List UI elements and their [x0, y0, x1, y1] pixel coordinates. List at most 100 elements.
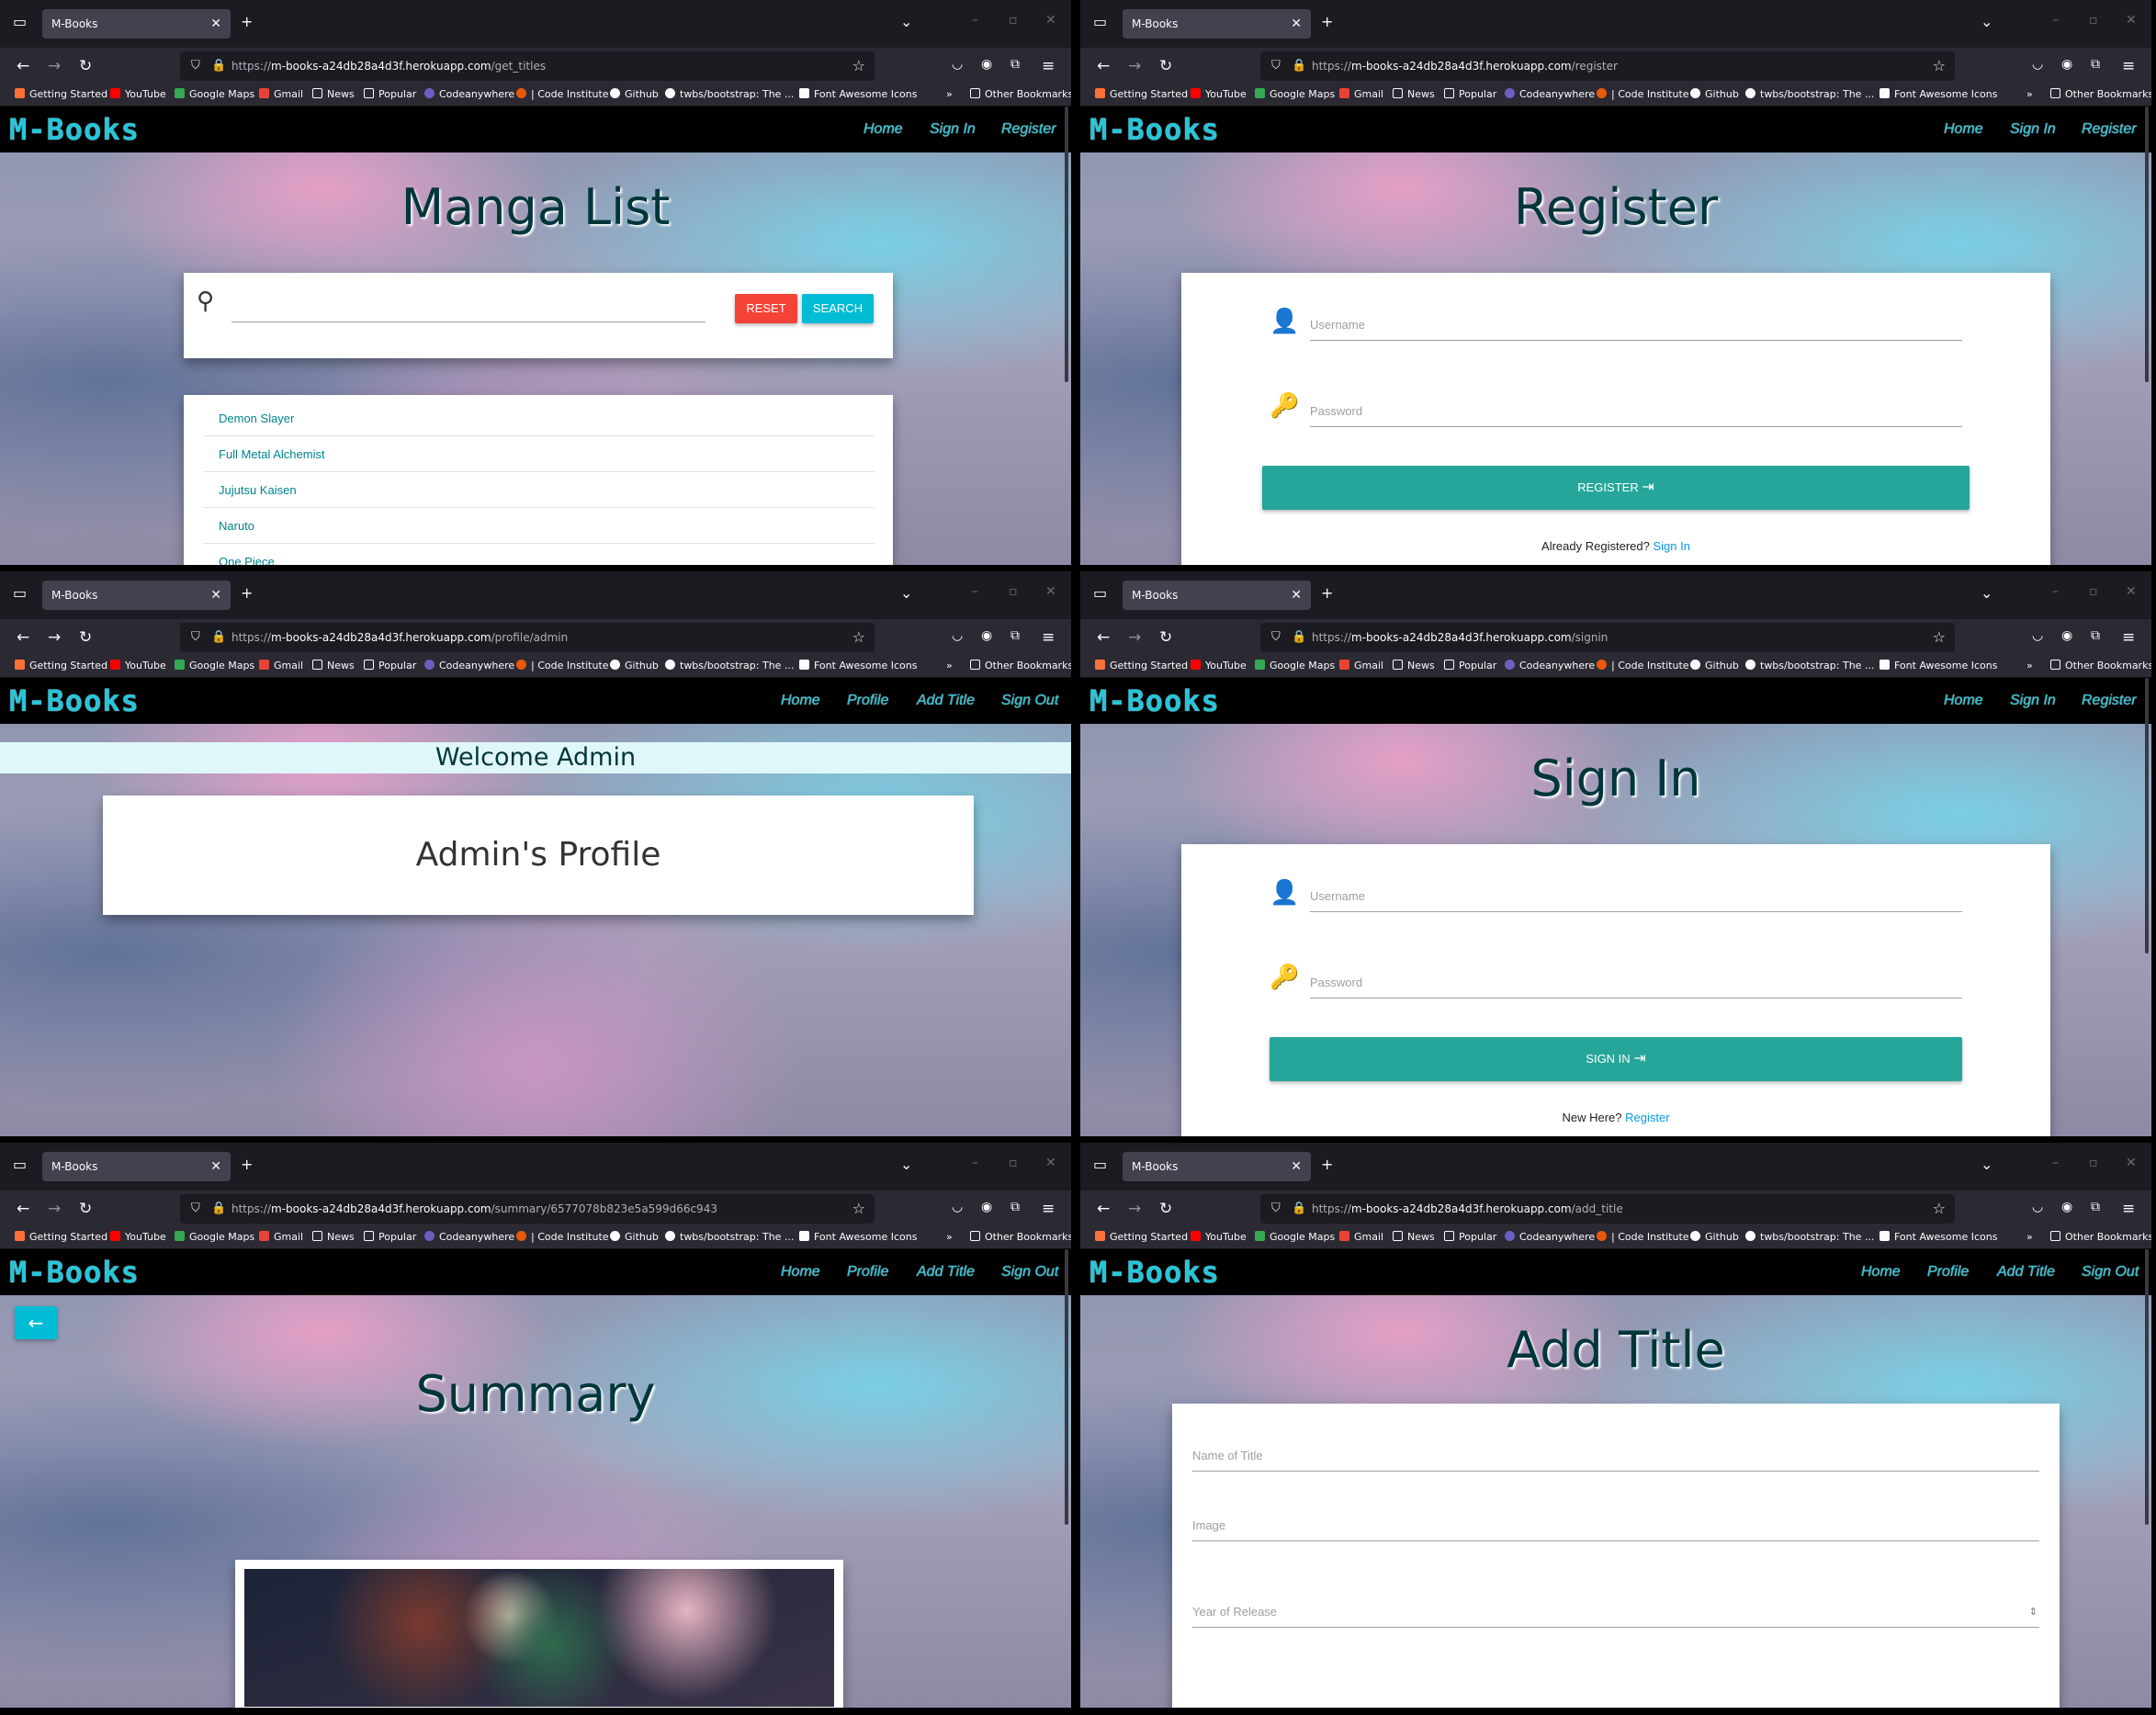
back-button[interactable]: ← [15, 1306, 57, 1339]
bookmark-popular[interactable]: Popular [364, 1231, 416, 1243]
tab-overflow-icon[interactable]: ⌄ [900, 13, 912, 30]
year-of-release-field[interactable]: Year of Release ⇕ [1192, 1597, 2039, 1628]
account-icon[interactable]: ◉ [981, 628, 992, 643]
bookmark-getting-started[interactable]: Getting Started [15, 660, 107, 671]
minimize-icon[interactable]: – [972, 1156, 978, 1170]
bookmark-other[interactable]: Other Bookmarks [2050, 1231, 2151, 1243]
forward-icon[interactable]: → [48, 628, 61, 647]
forward-icon[interactable]: → [1128, 1200, 1141, 1218]
menu-icon[interactable]: ≡ [1042, 628, 1055, 647]
bookmark-font-awesome[interactable]: Font Awesome Icons [1879, 660, 1997, 671]
bookmark-codeanywhere[interactable]: Codeanywhere [424, 88, 514, 100]
url-bar[interactable]: ⛉ 🔒 https://m-books-a24db28a4d3f.herokua… [180, 51, 875, 81]
bookmark-font-awesome[interactable]: Font Awesome Icons [799, 660, 917, 671]
bookmark-github[interactable]: Github [1690, 660, 1739, 671]
tab-overflow-icon[interactable]: ⌄ [1981, 1156, 1992, 1173]
new-tab-icon[interactable]: + [1321, 584, 1333, 602]
bookmark-github[interactable]: Github [610, 88, 659, 100]
tab-list-icon[interactable]: ▭ [13, 13, 27, 30]
bookmark-codeanywhere[interactable]: Codeanywhere [1505, 88, 1595, 100]
name-of-title-field[interactable]: Name of Title [1192, 1440, 2039, 1472]
nav-add-title[interactable]: Add Title [917, 693, 975, 709]
bookmark-code-institute[interactable]: | Code Institute [1597, 88, 1689, 100]
bookmark-codeanywhere[interactable]: Codeanywhere [1505, 660, 1595, 671]
scrollbar[interactable] [1065, 1249, 1068, 1525]
bookmark-news[interactable]: News [312, 1231, 355, 1243]
bookmark-star-icon[interactable]: ☆ [852, 1194, 865, 1224]
pocket-icon[interactable]: ◡ [2032, 628, 2043, 643]
scrollbar[interactable] [2145, 678, 2149, 953]
bookmarks-overflow-icon[interactable]: » [2026, 88, 2033, 100]
nav-home[interactable]: Home [1861, 1264, 1901, 1281]
account-icon[interactable]: ◉ [2061, 57, 2072, 72]
site-logo[interactable]: M-Books [9, 112, 140, 147]
back-icon[interactable]: ← [1097, 628, 1110, 647]
extensions-icon[interactable]: ⧉ [2091, 628, 2100, 643]
nav-sign-in[interactable]: Sign In [2010, 693, 2056, 709]
bookmark-google-maps[interactable]: Google Maps [175, 1231, 254, 1243]
close-tab-icon[interactable]: ✕ [1291, 581, 1302, 610]
forward-icon[interactable]: → [48, 57, 61, 75]
browser-tab[interactable]: M-Books ✕ [1123, 9, 1311, 39]
maximize-icon[interactable]: ▫ [1009, 584, 1018, 599]
bookmark-gmail[interactable]: Gmail [259, 660, 303, 671]
pocket-icon[interactable]: ◡ [2032, 1200, 2043, 1214]
bookmark-github[interactable]: Github [610, 1231, 659, 1243]
bookmark-bootstrap[interactable]: twbs/bootstrap: The ... [1745, 660, 1874, 671]
back-icon[interactable]: ← [1097, 1200, 1110, 1218]
nav-sign-out[interactable]: Sign Out [1001, 1264, 1058, 1281]
back-icon[interactable]: ← [17, 57, 29, 75]
bookmark-font-awesome[interactable]: Font Awesome Icons [1879, 1231, 1997, 1243]
bookmark-font-awesome[interactable]: Font Awesome Icons [1879, 88, 1997, 100]
bookmark-gmail[interactable]: Gmail [1339, 1231, 1383, 1243]
minimize-icon[interactable]: – [2052, 1156, 2059, 1170]
bookmark-bootstrap[interactable]: twbs/bootstrap: The ... [665, 88, 794, 100]
bookmark-gmail[interactable]: Gmail [1339, 660, 1383, 671]
shield-icon[interactable]: ⛉ [191, 1194, 200, 1224]
account-icon[interactable]: ◉ [981, 1200, 992, 1214]
bookmark-news[interactable]: News [1393, 88, 1435, 100]
close-window-icon[interactable]: ✕ [1045, 13, 1056, 28]
bookmark-code-institute[interactable]: | Code Institute [516, 1231, 609, 1243]
bookmark-news[interactable]: News [312, 88, 355, 100]
tab-overflow-icon[interactable]: ⌄ [1981, 584, 1992, 602]
bookmark-bootstrap[interactable]: twbs/bootstrap: The ... [665, 660, 794, 671]
site-logo[interactable]: M-Books [1089, 112, 1220, 147]
list-item[interactable]: Demon Slayer [204, 401, 875, 436]
forward-icon[interactable]: → [1128, 57, 1141, 75]
bookmark-code-institute[interactable]: | Code Institute [516, 660, 609, 671]
site-logo[interactable]: M-Books [9, 683, 140, 718]
close-tab-icon[interactable]: ✕ [1291, 9, 1302, 39]
extensions-icon[interactable]: ⧉ [1010, 628, 1020, 643]
bookmarks-overflow-icon[interactable]: » [946, 660, 953, 671]
bookmark-font-awesome[interactable]: Font Awesome Icons [799, 88, 917, 100]
close-window-icon[interactable]: ✕ [2126, 1156, 2137, 1170]
tab-list-icon[interactable]: ▭ [13, 1156, 27, 1173]
bookmark-google-maps[interactable]: Google Maps [175, 88, 254, 100]
nav-home[interactable]: Home [781, 1264, 820, 1281]
tab-list-icon[interactable]: ▭ [1093, 13, 1107, 30]
bookmark-popular[interactable]: Popular [1444, 660, 1496, 671]
forward-icon[interactable]: → [1128, 628, 1141, 647]
bookmark-getting-started[interactable]: Getting Started [1095, 88, 1188, 100]
minimize-icon[interactable]: – [2052, 584, 2059, 599]
account-icon[interactable]: ◉ [2061, 628, 2072, 643]
bookmark-github[interactable]: Github [610, 660, 659, 671]
menu-icon[interactable]: ≡ [2122, 628, 2135, 647]
nav-register[interactable]: Register [2082, 693, 2137, 709]
tab-list-icon[interactable]: ▭ [1093, 584, 1107, 602]
maximize-icon[interactable]: ▫ [2089, 1156, 2098, 1170]
close-tab-icon[interactable]: ✕ [210, 581, 221, 610]
site-logo[interactable]: M-Books [1089, 683, 1220, 718]
reset-button[interactable]: RESET [735, 294, 797, 323]
bookmark-youtube[interactable]: YouTube [1191, 1231, 1247, 1243]
password-field[interactable]: Password [1310, 967, 1962, 999]
bookmark-popular[interactable]: Popular [1444, 1231, 1496, 1243]
list-item[interactable]: Naruto [204, 508, 875, 544]
close-window-icon[interactable]: ✕ [2126, 584, 2137, 599]
reload-icon[interactable]: ↻ [1159, 57, 1172, 75]
username-field[interactable]: Username [1310, 881, 1962, 912]
bookmark-codeanywhere[interactable]: Codeanywhere [424, 660, 514, 671]
maximize-icon[interactable]: ▫ [1009, 13, 1018, 28]
tab-list-icon[interactable]: ▭ [13, 584, 27, 602]
